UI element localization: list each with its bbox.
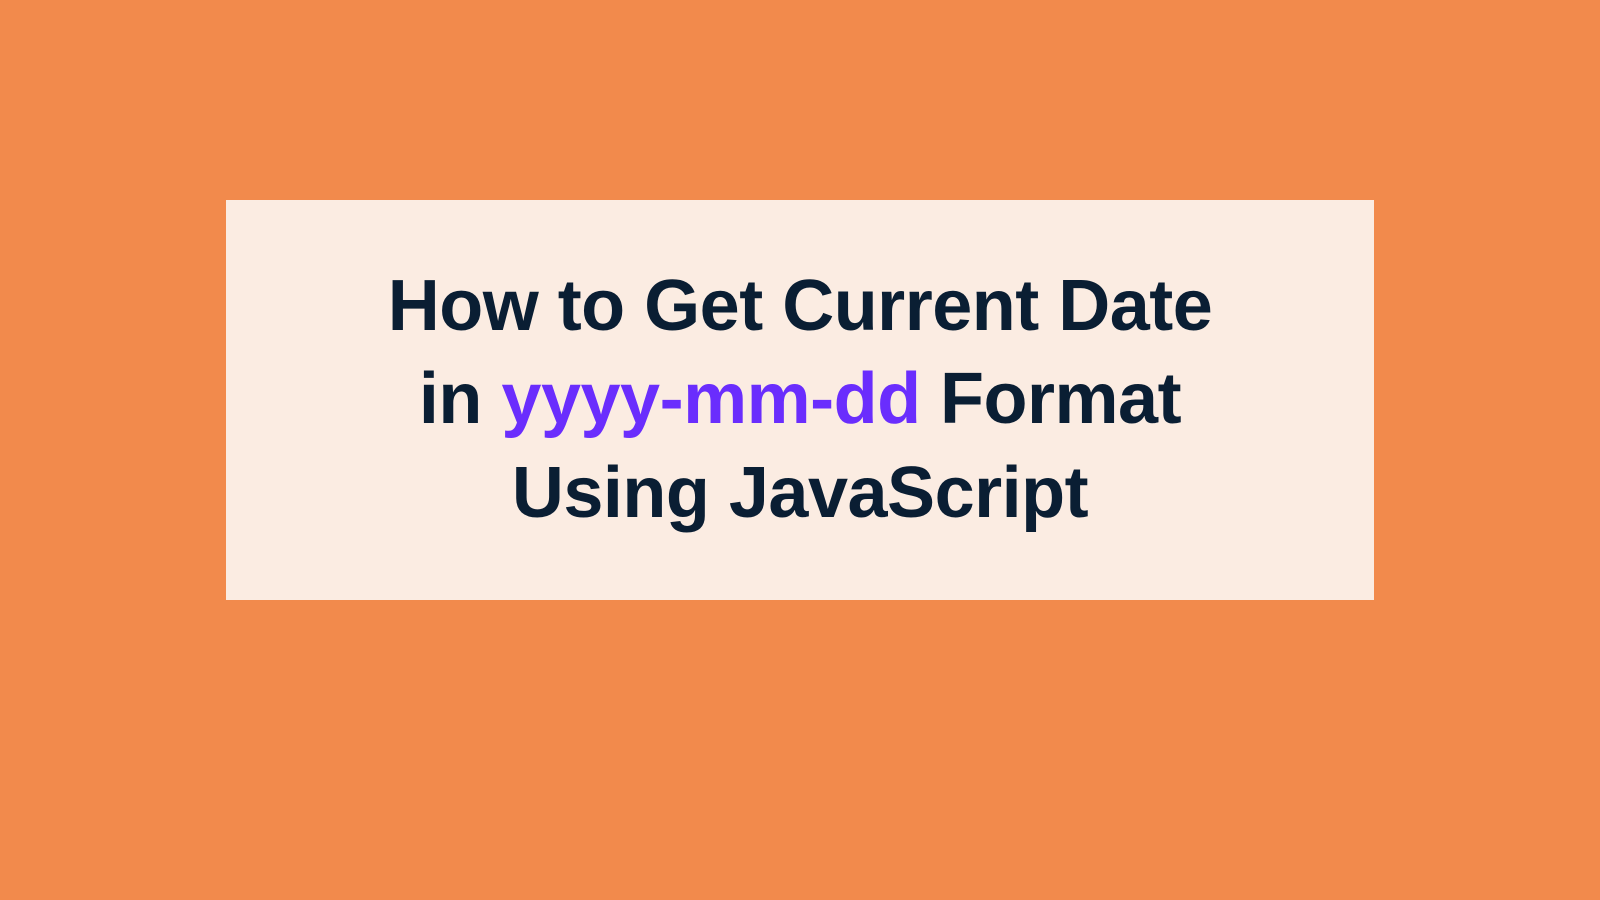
article-title: How to Get Current Date in yyyy-mm-dd Fo… (388, 260, 1213, 541)
title-highlight: yyyy-mm-dd (501, 359, 920, 439)
title-line-2-suffix: Format (921, 359, 1182, 439)
title-card: How to Get Current Date in yyyy-mm-dd Fo… (226, 200, 1374, 600)
title-line-1: How to Get Current Date (388, 266, 1213, 346)
title-line-2-prefix: in (419, 359, 502, 439)
title-line-3: Using JavaScript (512, 453, 1088, 533)
